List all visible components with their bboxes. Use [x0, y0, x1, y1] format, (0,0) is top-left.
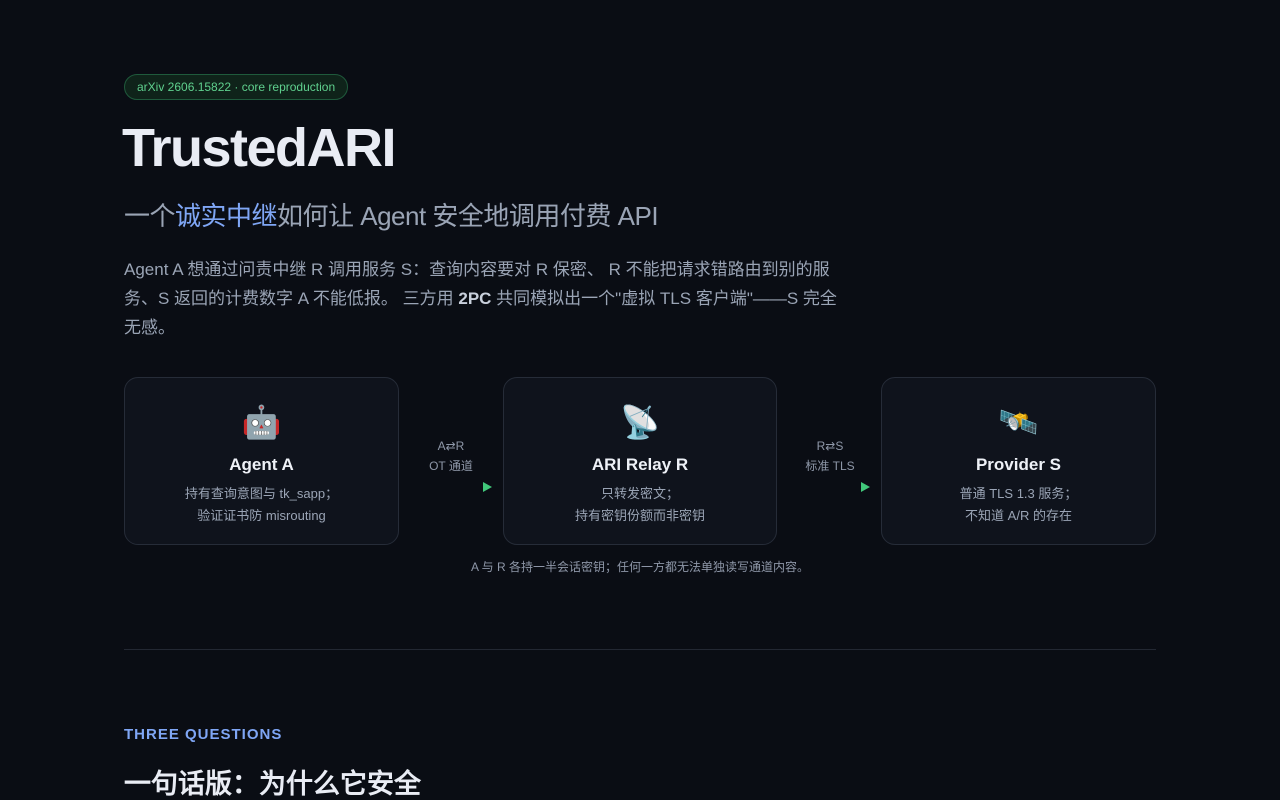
- arrow-right-icon: [483, 482, 492, 492]
- diagram-caption: A 与 R 各持一半会话密钥；任何一方都无法单独读写通道内容。: [470, 560, 809, 574]
- node-relay-desc-1: 只转发密文；: [600, 486, 679, 501]
- link-agent-relay-top: A⇄R: [437, 439, 465, 453]
- node-provider-desc-2: 不知道 A/R 的存在: [965, 508, 1072, 523]
- node-provider-name: Provider S: [975, 455, 1062, 474]
- node-agent: 🤖 Agent A 持有查询意图与 tk_sapp； 验证证书防 misrout…: [124, 377, 399, 545]
- section-divider: [124, 649, 1156, 650]
- node-relay: 📡 ARI Relay R 只转发密文； 持有密钥份额而非密钥: [503, 377, 777, 545]
- node-relay-name: ARI Relay R: [591, 455, 689, 474]
- arrow-right-icon: [861, 482, 870, 492]
- page: arXiv 2606.15822 · core reproduction Tru…: [0, 0, 1280, 800]
- node-agent-desc-1: 持有查询意图与 tk_sapp；: [184, 486, 339, 501]
- link-agent-relay: A⇄R OT 通道: [411, 436, 491, 476]
- paper-badge: arXiv 2606.15822 · core reproduction: [124, 74, 349, 100]
- satellite-icon: 🛰️: [998, 404, 1039, 440]
- node-agent-name: Agent A: [229, 455, 294, 474]
- desc-bold-term: 2PC: [458, 289, 492, 308]
- section-title: 一句话版：为什么它安全: [124, 769, 421, 799]
- section-label: THREE QUESTIONS: [124, 726, 283, 743]
- node-agent-desc-2: 验证证书防 misrouting: [197, 508, 326, 523]
- node-provider-desc-1: 普通 TLS 1.3 服务；: [959, 486, 1078, 501]
- link-relay-provider: R⇄S 标准 TLS: [790, 436, 870, 476]
- page-subtitle: 一个诚实中继如何让 Agent 安全地调用付费 API: [124, 198, 659, 234]
- intro-description: Agent A 想通过问责中继 R 调用服务 S：查询内容要对 R 保密、 R …: [124, 255, 844, 342]
- subtitle-prefix: 一个: [124, 201, 176, 231]
- node-relay-desc-2: 持有密钥份额而非密钥: [574, 508, 705, 523]
- link-relay-provider-bottom: 标准 TLS: [805, 459, 855, 473]
- link-agent-relay-bottom: OT 通道: [429, 459, 473, 473]
- satellite-dish-icon: 📡: [620, 404, 660, 440]
- robot-icon: 🤖: [241, 404, 282, 440]
- subtitle-highlight: 诚实中继: [175, 201, 278, 231]
- link-relay-provider-top: R⇄S: [816, 439, 844, 453]
- page-title: TrustedARI: [122, 118, 397, 178]
- node-provider: 🛰️ Provider S 普通 TLS 1.3 服务； 不知道 A/R 的存在: [881, 377, 1156, 545]
- subtitle-suffix: 如何让 Agent 安全地调用付费 API: [277, 201, 659, 231]
